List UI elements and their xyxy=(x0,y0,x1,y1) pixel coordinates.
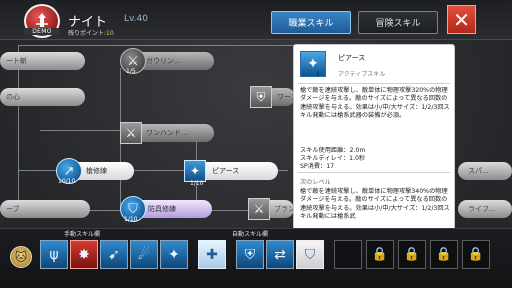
pierce-skill-icon[interactable]: ✦ xyxy=(184,160,206,182)
skill-node[interactable]: ート斬 xyxy=(0,52,85,70)
skill-level-text: 1/10 xyxy=(190,180,204,187)
skill-node[interactable]: ライフ... xyxy=(458,200,512,218)
skill-node[interactable]: スパ... xyxy=(458,162,512,180)
divider xyxy=(298,172,450,173)
skill-node-label: の心 xyxy=(6,93,20,101)
auto-slot-lock-icon[interactable]: 🔒 xyxy=(398,240,426,269)
skill-node-label: ート斬 xyxy=(6,57,27,65)
skill-node-label: ライフ... xyxy=(468,205,496,213)
skill-level-text: 1/10 xyxy=(124,216,138,223)
auto-slot-swap-icon[interactable]: ⇄ xyxy=(266,240,294,269)
skill-node-label: スパ... xyxy=(468,167,489,175)
points-label: 残りポイント: xyxy=(68,30,107,37)
skill-node-label: ーブ xyxy=(6,205,20,213)
manual-slot-cross-icon[interactable]: ✚ xyxy=(198,240,226,269)
skill-level-text: 1/5 xyxy=(126,68,136,75)
auto-skill-label: 自動スキル欄 xyxy=(232,231,269,238)
skill-node[interactable]: の心 xyxy=(0,88,85,106)
auto-slot-shield-icon[interactable]: ⛨ xyxy=(236,240,264,269)
manual-slot-red-skill-icon[interactable]: ✸ xyxy=(70,240,98,269)
points-value: 10 xyxy=(106,30,114,37)
skill-detail-popup: ✦ 1 ピアース アクティブスキル 槍で敵を連続攻撃し、敵単体に物理攻撃320%… xyxy=(293,44,455,230)
manual-slot-spear-icon[interactable]: ψ xyxy=(40,240,68,269)
manual-slot-charge-icon[interactable]: ☄ xyxy=(130,240,158,269)
skill-node[interactable]: ーブ xyxy=(0,200,90,218)
demo-label: DEMO xyxy=(24,28,60,35)
close-button[interactable]: ✕ xyxy=(447,5,476,34)
skill-sword-icon[interactable]: ⚔ xyxy=(120,122,142,144)
remaining-points: 残りポイント:10 xyxy=(68,28,114,37)
auto-slot-lock-icon[interactable]: 🔒 xyxy=(366,240,394,269)
manual-skill-label: 手動スキル欄 xyxy=(64,231,101,238)
divider xyxy=(298,83,450,84)
tree-connector xyxy=(18,45,298,46)
auto-slot-guard-icon[interactable]: ⛉ xyxy=(296,240,324,269)
auto-slot-lock-icon[interactable]: 🔒 xyxy=(430,240,458,269)
skill-shield-icon[interactable]: ⛨ xyxy=(250,86,272,108)
popup-description: 槍で敵を連続攻撃し、敵単体に物理攻撃320%の物理ダメージを与える。敵のサイズに… xyxy=(300,87,450,120)
popup-next-label: 次のレベル xyxy=(300,179,331,186)
popup-skill-name: ピアース xyxy=(338,54,366,62)
popup-stat-sp: SP消費：17 xyxy=(300,163,335,170)
tab-adventure-skills[interactable]: 冒険スキル xyxy=(358,11,438,34)
tab-job-skills[interactable]: 職業スキル xyxy=(271,11,351,34)
pierce-skill-icon: ✦ xyxy=(300,51,326,77)
skill-level-text: 10/10 xyxy=(58,178,76,185)
auto-slot-lock-icon[interactable]: 🔒 xyxy=(462,240,490,269)
manual-slot-pierce-icon[interactable]: ✦ xyxy=(160,240,188,269)
auto-slot-empty[interactable] xyxy=(334,240,362,269)
cat-mascot-icon[interactable]: 🐱 xyxy=(10,246,32,268)
popup-next-description: 槍で敵を連続攻撃し、敵単体に物理攻撃340%の物理ダメージを与える。敵のサイズに… xyxy=(300,188,450,221)
skill-sword-icon[interactable]: ⚔ xyxy=(248,198,270,220)
header-bar: DEMO ナイト Lv.40 残りポイント:10 職業スキル 冒険スキル ✕ xyxy=(0,0,512,40)
popup-skill-type: アクティブスキル xyxy=(338,71,386,78)
popup-skill-level: 1 xyxy=(316,71,320,78)
manual-slot-thrust-icon[interactable]: ➹ xyxy=(100,240,128,269)
class-level: Lv.40 xyxy=(124,14,148,24)
